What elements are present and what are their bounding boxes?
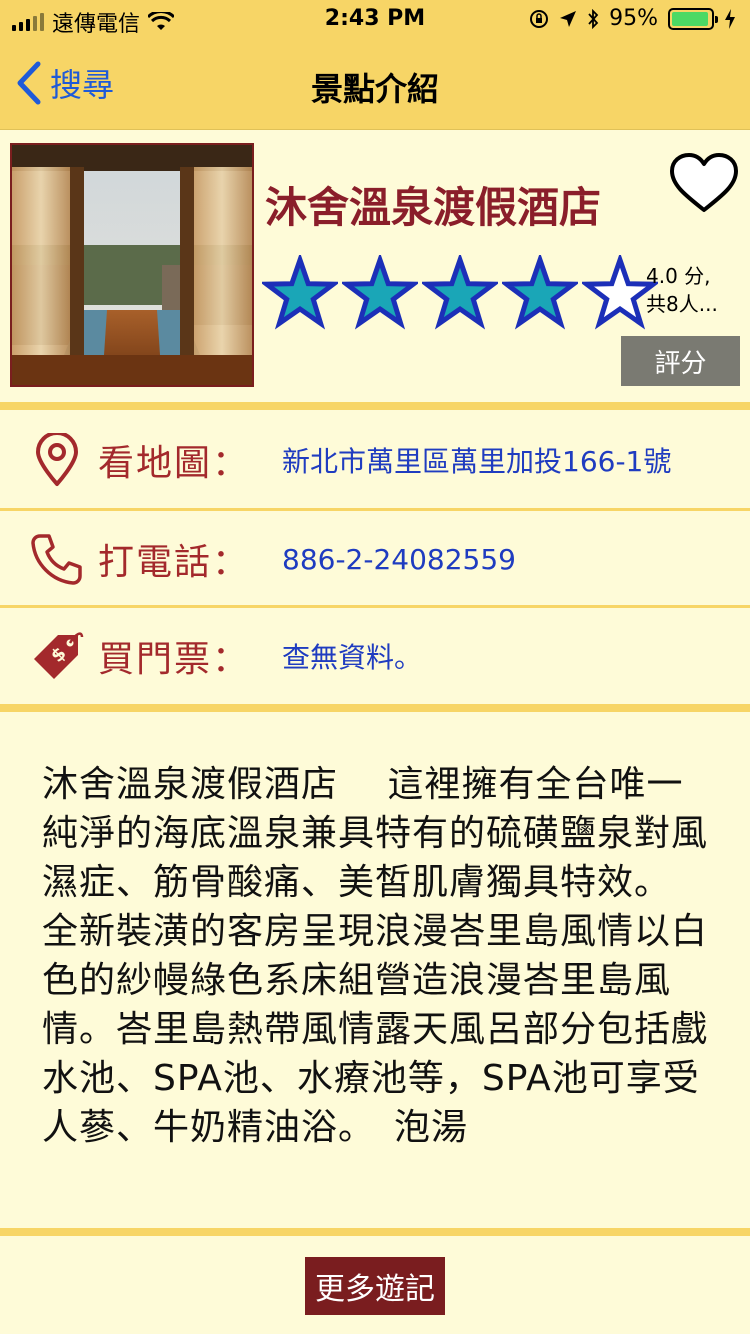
star-filled-icon[interactable] bbox=[422, 255, 498, 331]
map-row[interactable]: 看地圖： 新北市萬里區萬里加投166-1號 bbox=[0, 412, 750, 508]
rating-score: 4.0 分, bbox=[646, 264, 711, 288]
section-divider bbox=[0, 402, 750, 410]
rotation-lock-icon bbox=[530, 9, 549, 28]
phone-row[interactable]: 打電話： 886-2-24082559 bbox=[0, 511, 750, 607]
more-travelogues-button[interactable]: 更多遊記 bbox=[305, 1257, 445, 1315]
hotel-photo-image bbox=[12, 145, 252, 385]
battery-icon bbox=[668, 7, 718, 30]
charging-icon bbox=[725, 8, 735, 29]
phone-icon bbox=[31, 534, 82, 585]
navigation-bar: 搜尋 景點介紹 bbox=[0, 40, 750, 130]
ticket-label: 買門票： bbox=[98, 639, 251, 680]
battery-percent: 95% bbox=[609, 6, 658, 31]
page-title: 景點介紹 bbox=[310, 70, 439, 108]
hotel-photo[interactable] bbox=[10, 143, 254, 387]
address-link[interactable]: 新北市萬里區萬里加投166-1號 bbox=[282, 440, 671, 480]
price-tag-icon: $ bbox=[34, 632, 84, 679]
phone-link[interactable]: 886-2-24082559 bbox=[282, 543, 516, 576]
rate-button[interactable]: 評分 bbox=[621, 336, 740, 386]
heart-outline-icon[interactable] bbox=[668, 152, 740, 214]
map-pin-icon bbox=[36, 433, 78, 486]
location-arrow-icon bbox=[560, 10, 577, 27]
map-label: 看地圖： bbox=[98, 443, 251, 484]
star-filled-icon[interactable] bbox=[502, 255, 578, 331]
star-filled-icon[interactable] bbox=[262, 255, 338, 331]
hotel-name: 沐舍溫泉渡假酒店 bbox=[265, 183, 602, 232]
rating-stars[interactable] bbox=[262, 255, 658, 331]
section-divider bbox=[0, 704, 750, 712]
status-bar: 遠傳電信 2:43 PM 95% bbox=[0, 0, 750, 40]
ticket-info[interactable]: 查無資料。 bbox=[282, 636, 422, 676]
description-text: 沐舍溫泉渡假酒店 這裡擁有全台唯一純淨的海底溫泉兼具特有的硫磺鹽泉對風濕症、筋骨… bbox=[42, 764, 709, 1148]
rating-summary: 4.0 分, 共8人... bbox=[646, 262, 718, 318]
rating-count: 共8人... bbox=[646, 292, 718, 316]
bluetooth-icon bbox=[588, 8, 599, 29]
phone-label: 打電話： bbox=[98, 542, 251, 583]
status-right: 95% bbox=[529, 6, 736, 31]
star-filled-icon[interactable] bbox=[342, 255, 418, 331]
section-divider bbox=[0, 1228, 750, 1236]
ticket-row[interactable]: $ 買門票： 查無資料。 bbox=[0, 608, 750, 704]
